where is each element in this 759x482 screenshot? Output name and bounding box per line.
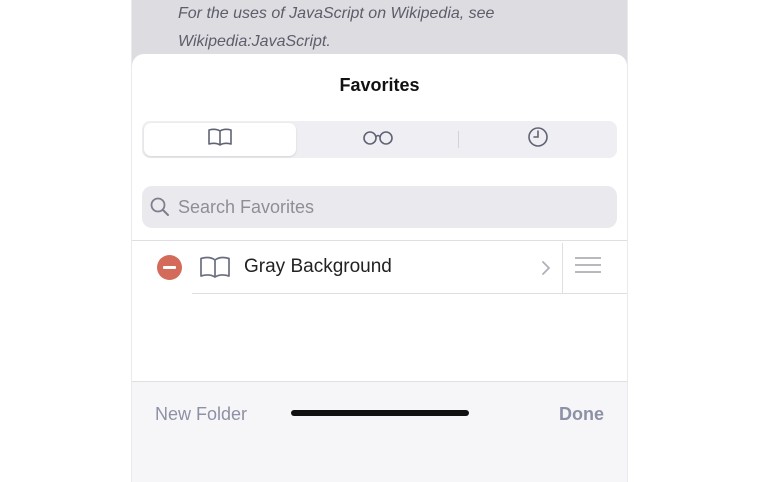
tab-bookmarks[interactable] [144, 123, 296, 156]
clock-icon [527, 126, 549, 153]
chevron-right-icon [541, 260, 551, 281]
new-folder-button[interactable]: New Folder [155, 404, 247, 425]
bottom-toolbar: New Folder Done [132, 381, 627, 482]
segmented-control [142, 121, 617, 158]
list-item[interactable]: Gray Background [132, 241, 627, 293]
search-input[interactable] [176, 195, 580, 219]
book-icon [199, 255, 231, 284]
tab-history[interactable] [462, 123, 614, 156]
home-indicator[interactable] [291, 410, 469, 416]
phone-screen: For the uses of JavaScript on Wikipedia,… [131, 0, 628, 482]
book-icon [207, 127, 233, 152]
reorder-handle-icon[interactable] [575, 257, 601, 278]
sheet-title: Favorites [339, 75, 420, 95]
search-bar [142, 186, 617, 228]
hatnote: For the uses of JavaScript on Wikipedia,… [178, 0, 598, 56]
segment-divider [458, 131, 459, 148]
search-icon [150, 196, 172, 218]
favorites-sheet: Favorites Search Favorites Gray Backgrou… [132, 54, 627, 482]
row-separator [562, 243, 563, 293]
tab-reading-list[interactable] [302, 123, 454, 156]
row-divider-bottom [192, 293, 627, 294]
glasses-icon [361, 129, 395, 150]
list-item-label: Gray Background [244, 256, 392, 277]
hatnote-line-1: For the uses of JavaScript on Wikipedia,… [178, 5, 495, 22]
done-button[interactable]: Done [559, 404, 604, 425]
delete-button[interactable] [157, 255, 182, 280]
hatnote-line-2: Wikipedia:JavaScript. [178, 33, 331, 50]
